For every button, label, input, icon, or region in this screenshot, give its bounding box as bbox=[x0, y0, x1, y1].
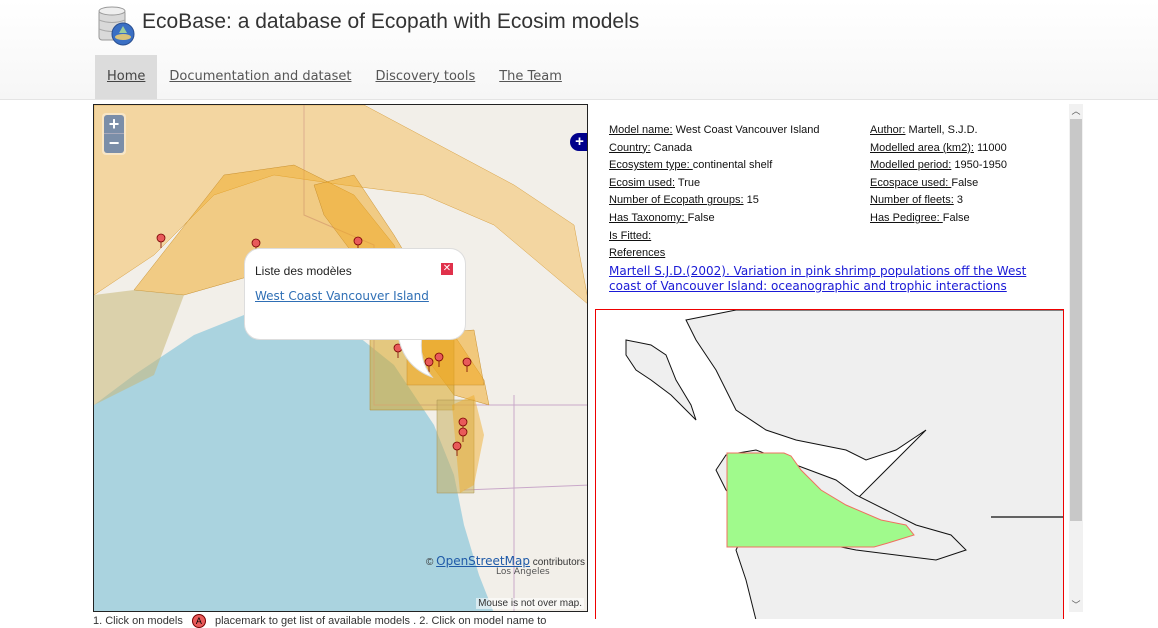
info-ecosystem-type: Ecosystem type: continental shelf bbox=[609, 159, 773, 172]
site-title: EcoBase: a database of Ecopath with Ecos… bbox=[142, 10, 640, 33]
map-tiles[interactable] bbox=[94, 105, 588, 612]
popup-title: Liste des modèles bbox=[255, 264, 352, 278]
zoom-control: + − bbox=[102, 113, 126, 155]
main-nav: Home Documentation and dataset Discovery… bbox=[95, 55, 574, 99]
database-logo-icon bbox=[98, 6, 135, 46]
zoom-out-button[interactable]: − bbox=[104, 134, 124, 153]
nav-the-team[interactable]: The Team bbox=[487, 55, 574, 99]
openstreetmap-link[interactable]: OpenStreetMap bbox=[436, 554, 530, 568]
info-number-of-fleets: Number of fleets: 3 bbox=[870, 194, 963, 207]
info-ecospace-used: Ecospace used: False bbox=[870, 176, 979, 189]
close-icon[interactable]: ✕ bbox=[441, 263, 453, 275]
copyright-symbol: © bbox=[425, 557, 434, 568]
info-author: Author: Martell, S.J.D. bbox=[870, 124, 978, 136]
mouse-position-readout: Mouse is not over map. bbox=[476, 598, 584, 609]
model-info-left: Model name: West Coast Vancouver Island … bbox=[609, 124, 820, 265]
info-modelled-area: Modelled area (km2): 11000 bbox=[870, 141, 1007, 154]
model-area-svg bbox=[625, 310, 1063, 619]
nav-discovery-tools[interactable]: Discovery tools bbox=[363, 55, 487, 99]
info-modelled-period: Modelled period: 1950-1950 bbox=[870, 159, 1008, 172]
reference-link[interactable]: Martell S.J.D.(2002). Variation in pink … bbox=[609, 264, 1049, 294]
model-area-map bbox=[595, 309, 1064, 619]
placemark-legend-icon: A bbox=[191, 614, 206, 628]
info-country: Country: Canada bbox=[609, 141, 693, 154]
info-is-fitted: Is Fitted: bbox=[609, 229, 652, 242]
instructions-step-2: placemark to get list of available model… bbox=[215, 615, 547, 627]
nav-home[interactable]: Home bbox=[95, 55, 158, 99]
city-label: Los Angeles bbox=[496, 567, 550, 577]
layer-switcher-button[interactable]: + bbox=[570, 133, 587, 151]
zoom-in-button[interactable]: + bbox=[104, 115, 124, 134]
map-instructions: 1. Click on models A placemark to get li… bbox=[93, 614, 546, 628]
info-has-pedigree: Has Pedigree: False bbox=[870, 211, 970, 224]
popup-tail bbox=[397, 335, 434, 379]
info-has-taxonomy: Has Taxonomy: False bbox=[609, 211, 715, 224]
info-panel-scrollbar[interactable]: ︿ ﹀ bbox=[1069, 104, 1083, 612]
instructions-step-1: 1. Click on models bbox=[93, 615, 183, 627]
scroll-thumb[interactable] bbox=[1070, 119, 1082, 521]
models-map[interactable]: + − + Liste des modèles ✕ West Coast Van… bbox=[93, 104, 588, 612]
scroll-down-icon[interactable]: ﹀ bbox=[1069, 598, 1083, 612]
info-model-name: Model name: West Coast Vancouver Island bbox=[609, 124, 820, 136]
haida-gwaii-outline bbox=[625, 339, 697, 421]
info-ecosim-used: Ecosim used: True bbox=[609, 176, 701, 189]
model-link[interactable]: West Coast Vancouver Island bbox=[255, 289, 429, 303]
info-references: References bbox=[609, 247, 666, 260]
scroll-up-icon[interactable]: ︿ bbox=[1069, 104, 1083, 118]
site-header: EcoBase: a database of Ecopath with Ecos… bbox=[0, 0, 1158, 100]
map-attribution: © OpenStreetMap contributors bbox=[426, 554, 585, 568]
model-list-popup: Liste des modèles ✕ West Coast Vancouver… bbox=[244, 248, 466, 340]
nav-documentation[interactable]: Documentation and dataset bbox=[157, 55, 363, 99]
model-info-right: Author: Martell, S.J.D. Modelled area (k… bbox=[870, 124, 1007, 230]
info-ecopath-groups: Number of Ecopath groups: 15 bbox=[609, 194, 759, 207]
